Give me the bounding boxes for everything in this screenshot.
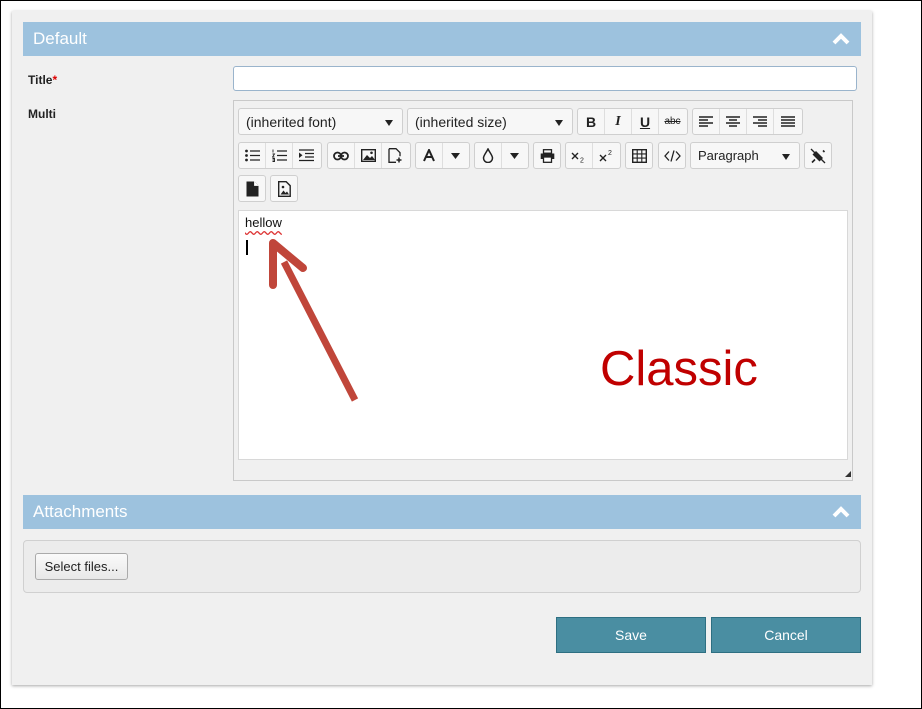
title-label-text: Title — [28, 73, 53, 87]
view-html-button[interactable] — [659, 143, 685, 168]
attachments-dropzone: Select files... — [23, 540, 861, 593]
strikethrough-button[interactable]: abc — [659, 109, 686, 134]
annotation-arrow — [269, 239, 359, 402]
indent-button[interactable] — [293, 143, 320, 168]
table-button[interactable] — [626, 143, 652, 168]
text-caret — [246, 240, 248, 255]
align-left-icon — [699, 115, 713, 127]
multi-label: Multi — [28, 107, 56, 121]
default-section-title: Default — [33, 29, 87, 48]
bullet-list-icon — [244, 149, 260, 162]
print-group — [533, 142, 561, 169]
font-size-select[interactable]: (inherited size) — [407, 108, 573, 135]
image-document-button[interactable] — [271, 176, 297, 201]
chevron-up-icon[interactable] — [831, 504, 851, 520]
required-marker: * — [52, 73, 58, 87]
print-icon — [540, 148, 554, 163]
font-family-value: (inherited font) — [246, 114, 337, 130]
bold-icon: B — [585, 113, 597, 130]
chevron-down-icon — [555, 120, 563, 126]
form-panel: Default Title* Multi (inherited font) (i… — [12, 11, 872, 685]
text-style-group: B I U abc — [577, 108, 688, 135]
align-right-button[interactable] — [747, 109, 774, 134]
block-format-value: Paragraph — [698, 148, 759, 163]
align-group — [692, 108, 803, 135]
table-group — [625, 142, 653, 169]
document-button[interactable] — [239, 176, 265, 201]
svg-text:2: 2 — [608, 150, 612, 157]
font-color-icon — [422, 149, 435, 162]
strikethrough-icon: abc — [664, 116, 681, 127]
image-icon — [360, 149, 376, 162]
default-section-header[interactable]: Default — [23, 22, 861, 56]
code-icon — [663, 149, 681, 162]
save-button[interactable]: Save — [556, 617, 706, 653]
align-left-button[interactable] — [693, 109, 720, 134]
bullet-list-button[interactable] — [239, 143, 266, 168]
clean-format-icon — [810, 148, 826, 163]
chevron-up-icon[interactable] — [831, 31, 851, 47]
source-group — [658, 142, 686, 169]
table-icon — [631, 148, 647, 163]
document-group — [238, 175, 266, 202]
superscript-button[interactable]: 2 — [593, 143, 620, 168]
subscript-button[interactable]: 2 — [566, 143, 593, 168]
title-label: Title* — [28, 73, 57, 87]
numbered-list-button[interactable] — [266, 143, 293, 168]
indent-icon — [299, 149, 314, 162]
background-color-group — [474, 142, 529, 169]
list-group — [238, 142, 322, 169]
color-drop-icon — [482, 148, 494, 163]
svg-text:2: 2 — [580, 157, 584, 163]
font-color-dropdown[interactable] — [443, 143, 469, 168]
title-input[interactable] — [233, 66, 857, 91]
block-format-select[interactable]: Paragraph — [690, 142, 800, 169]
annotation-label: Classic — [600, 342, 758, 396]
align-center-button[interactable] — [720, 109, 747, 134]
font-color-group — [415, 142, 470, 169]
background-color-button[interactable] — [475, 143, 502, 168]
subscript-icon: 2 — [571, 152, 584, 163]
resize-handle[interactable] — [845, 471, 851, 477]
superscript-icon: 2 — [599, 150, 612, 161]
chevron-down-icon — [451, 152, 461, 159]
justify-button[interactable] — [774, 109, 801, 134]
underline-icon: U — [639, 113, 651, 130]
insert-file-button[interactable] — [382, 143, 409, 168]
select-files-button[interactable]: Select files... — [35, 553, 128, 580]
insert-group — [327, 142, 411, 169]
editor-text: hellow — [245, 215, 282, 230]
chevron-down-icon — [385, 120, 393, 126]
chevron-down-icon — [782, 154, 790, 160]
document-image-group — [270, 175, 298, 202]
underline-button[interactable]: U — [632, 109, 659, 134]
attachments-section-header[interactable]: Attachments — [23, 495, 861, 529]
justify-icon — [780, 115, 795, 127]
font-color-button[interactable] — [416, 143, 443, 168]
document-icon — [246, 181, 258, 196]
chevron-down-icon — [510, 152, 520, 159]
align-center-icon — [726, 115, 740, 127]
link-icon — [333, 151, 349, 160]
clean-format-group — [804, 142, 832, 169]
link-button[interactable] — [328, 143, 355, 168]
bold-button[interactable]: B — [578, 109, 605, 134]
image-button[interactable] — [355, 143, 382, 168]
attachments-section-title: Attachments — [33, 502, 128, 521]
file-image-icon — [277, 180, 291, 197]
italic-button[interactable]: I — [605, 109, 632, 134]
cancel-button[interactable]: Cancel — [711, 617, 861, 653]
font-family-select[interactable]: (inherited font) — [238, 108, 403, 135]
font-size-value: (inherited size) — [415, 114, 507, 130]
italic-icon: I — [615, 113, 621, 129]
align-right-icon — [753, 115, 767, 127]
script-group: 2 2 — [565, 142, 621, 169]
print-button[interactable] — [534, 143, 560, 168]
numbered-list-icon — [271, 149, 287, 162]
clear-formatting-button[interactable] — [805, 143, 831, 168]
background-color-dropdown[interactable] — [502, 143, 528, 168]
add-file-icon — [388, 148, 402, 163]
